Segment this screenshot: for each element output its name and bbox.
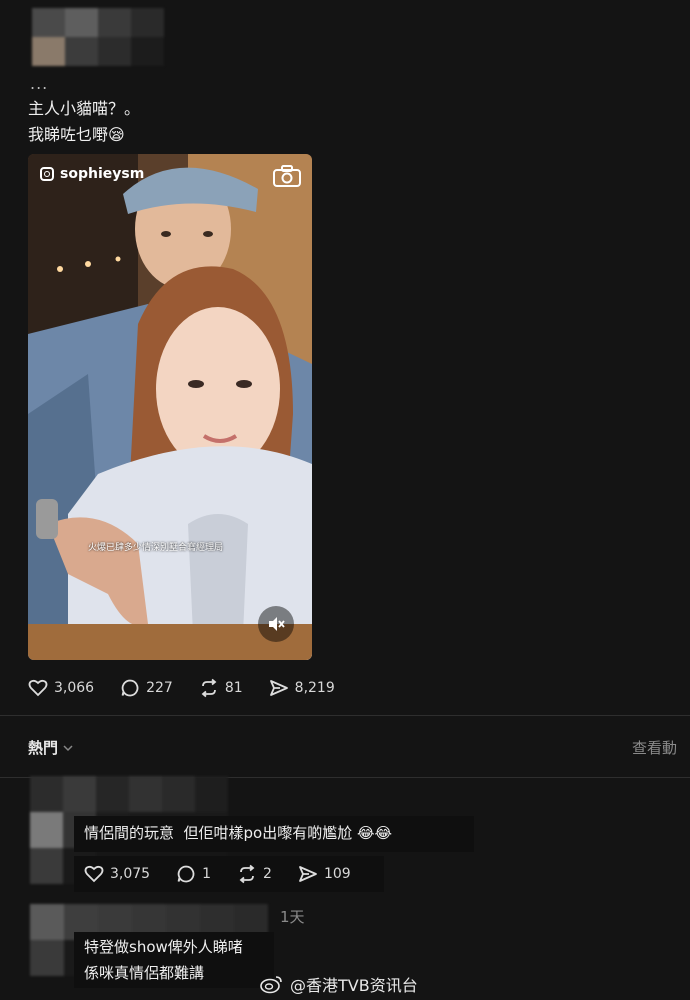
post-ellipsis: ...	[30, 74, 49, 93]
repost-icon	[239, 864, 255, 884]
comment-button[interactable]: 227	[120, 678, 173, 698]
video-caption-overlay: 火爆已肆多少情深別墅合寫經理局	[88, 543, 224, 553]
comment-1-reply-count: 1	[202, 866, 212, 882]
comment-icon	[121, 679, 139, 697]
camera-icon[interactable]	[272, 164, 302, 188]
watermark-text: @香港TVB资讯台	[290, 976, 418, 995]
share-button[interactable]: 8,219	[269, 678, 335, 698]
post-line-2: 我睇咗乜嘢😪	[28, 125, 125, 144]
comment-count: 227	[146, 680, 173, 696]
view-activity-link[interactable]: 查看動	[632, 737, 677, 758]
comment-2-text: 特登做show俾外人睇啫 係咪真情侶都難講	[84, 934, 243, 986]
handle-text: sophieysm	[60, 166, 145, 182]
comment-2-line-1: 特登做show俾外人睇啫	[84, 938, 243, 956]
post-video[interactable]: sophieysm 火爆已肆多少情深別墅合寫經理局	[28, 154, 312, 660]
comment-1-reply-button[interactable]: 1	[176, 864, 211, 884]
comment-1-share-count: 109	[323, 866, 351, 882]
send-icon	[269, 680, 288, 696]
weibo-watermark: @香港TVB资讯台	[260, 972, 418, 996]
post-action-bar: 3,066 227 81 8,219	[28, 678, 361, 698]
repost-button[interactable]: 81	[199, 678, 243, 698]
instagram-handle[interactable]: sophieysm	[40, 166, 144, 182]
heart-icon	[28, 679, 48, 697]
instagram-icon	[40, 167, 54, 181]
heart-icon	[84, 865, 104, 883]
chevron-down-icon	[63, 744, 73, 751]
post-body: 主人小貓喵？。 我睇咗乜嘢😪	[28, 96, 140, 148]
repost-count: 81	[224, 680, 243, 696]
sort-dropdown[interactable]: 熱門	[28, 737, 74, 758]
video-frame-illustration	[28, 154, 312, 660]
comment-1-repost-button[interactable]: 2	[237, 864, 272, 884]
send-icon	[299, 866, 317, 882]
comment-1-action-bar: 3,075 1 2 109	[84, 864, 377, 884]
like-count: 3,066	[54, 680, 95, 696]
sort-label: 熱門	[28, 739, 59, 757]
comment-2-line-2: 係咪真情侶都難講	[84, 964, 205, 982]
post-line-1: 主人小貓喵？。	[28, 99, 141, 118]
comment-1-share-button[interactable]: 109	[298, 864, 351, 884]
divider	[0, 715, 690, 716]
comment-2-time: 1天	[280, 908, 305, 926]
comment-1-text: 情侶間的玩意 但佢咁樣po出嚟有啲尷尬 😂😂	[84, 824, 393, 842]
repost-icon	[201, 678, 217, 698]
weibo-icon	[260, 976, 282, 994]
share-count: 8,219	[294, 680, 335, 696]
author-avatar-blurred[interactable]	[32, 8, 164, 66]
like-button[interactable]: 3,066	[28, 678, 94, 698]
comment-1-repost-count: 2	[263, 866, 272, 882]
comment-1-like-count: 3,075	[110, 866, 151, 882]
mute-icon[interactable]	[258, 606, 294, 642]
comment-1-like-button[interactable]: 3,075	[84, 864, 150, 884]
comment-icon	[177, 865, 195, 883]
